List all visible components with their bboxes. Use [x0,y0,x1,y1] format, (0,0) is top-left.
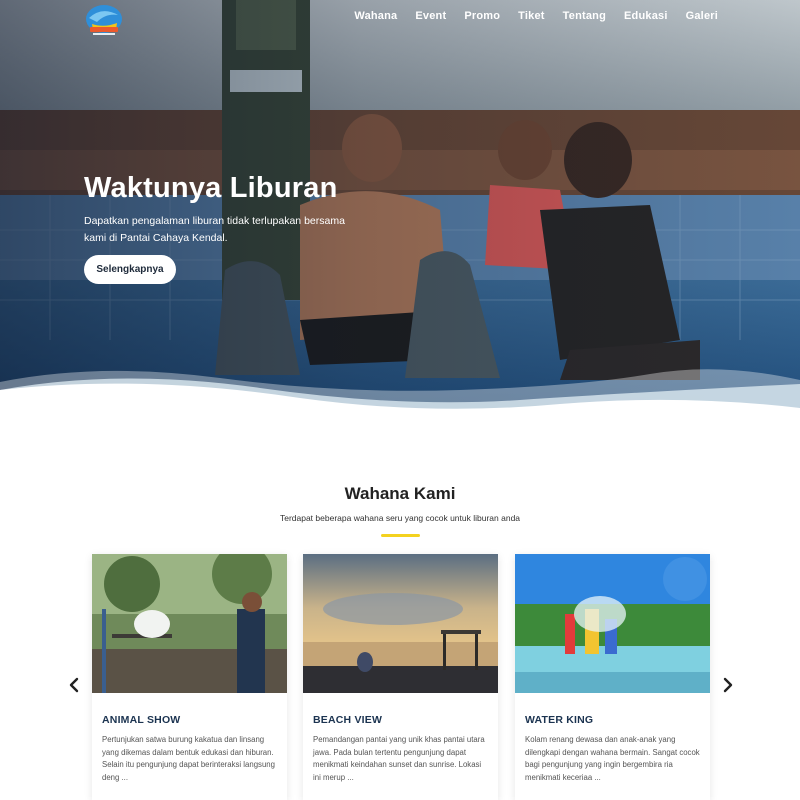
card-water-king[interactable]: WATER KING Kolam renang dewasa dan anak-… [515,554,710,800]
nav-edukasi[interactable]: Edukasi [615,10,677,22]
hero-title: Waktunya Liburan [84,172,338,204]
nav-promo[interactable]: Promo [455,10,509,22]
card-description: Pemandangan pantai yang unik khas pantai… [313,735,485,782]
nav-tiket[interactable]: Tiket [509,10,553,22]
hero-more-button[interactable]: Selengkapnya [84,255,176,284]
main-nav: Wahana Event Promo Tiket Tentang Edukasi… [345,10,718,22]
card-title: WATER KING [525,714,594,726]
chevron-right-icon[interactable] [720,676,736,694]
card-animal-show[interactable]: ANIMAL SHOW Pertunjukan satwa burung kak… [92,554,287,800]
water-king-image [515,554,710,693]
chevron-left-icon[interactable] [66,676,82,694]
section-subtitle: Terdapat beberapa wahana seru yang cocok… [279,513,521,523]
card-description: Kolam renang dewasa dan anak-anak yang d… [525,735,700,782]
card-description: Pertunjukan satwa burung kakatua dan lin… [102,735,275,782]
beach-view-image [303,554,498,693]
wave-divider [0,369,800,425]
card-title: BEACH VIEW [313,714,383,726]
dolphin-logo-icon[interactable] [84,0,124,36]
animal-show-image [92,554,287,693]
card-beach-view[interactable]: BEACH VIEW Pemandangan pantai yang unik … [303,554,498,800]
card-title: ANIMAL SHOW [102,714,181,726]
hero-description: Dapatkan pengalaman liburan tidak terlup… [84,215,345,244]
nav-wahana[interactable]: Wahana [345,10,406,22]
nav-galeri[interactable]: Galeri [677,10,718,22]
nav-tentang[interactable]: Tentang [554,10,615,22]
section-accent-bar [381,534,420,537]
hero-banner: Wahana Event Promo Tiket Tentang Edukasi… [0,0,800,425]
section-title: Wahana Kami [344,484,456,503]
nav-event[interactable]: Event [406,10,455,22]
